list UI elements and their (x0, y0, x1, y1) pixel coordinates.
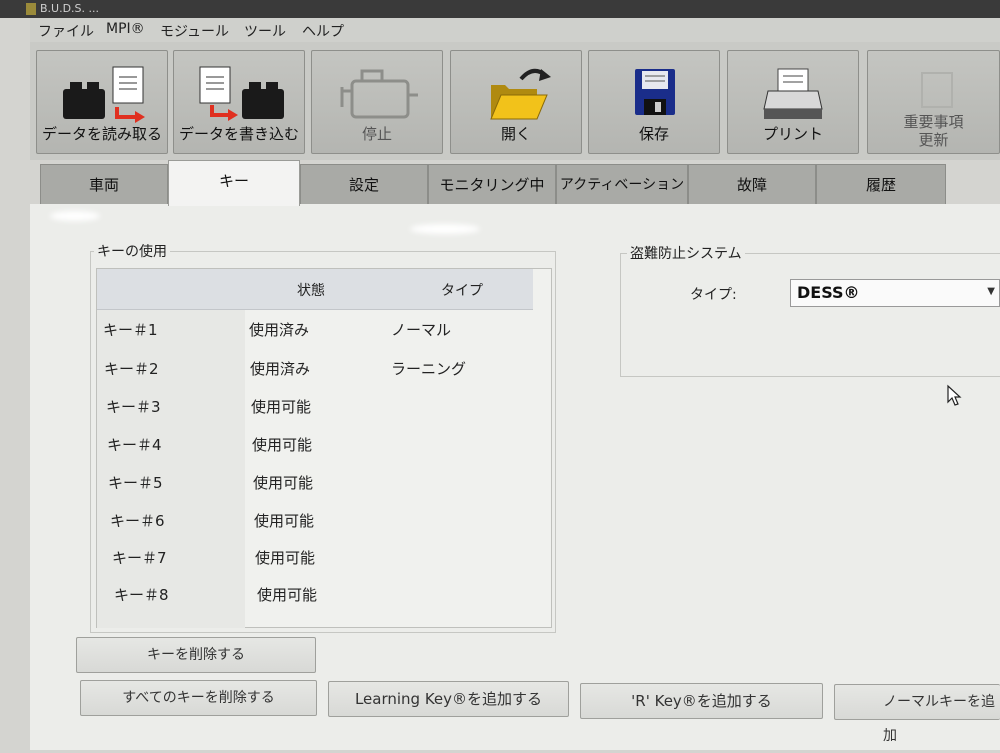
add-normal-key-button[interactable]: ノーマルキーを追加 (834, 684, 1000, 744)
read-data-label: データを読み取る (41, 125, 162, 143)
anti-theft-title: 盗難防止システム (627, 243, 745, 263)
key-status: 使用済み (250, 360, 311, 378)
read-data-button[interactable]: データを読み取る (36, 50, 168, 154)
key-name: キー＃1 (103, 321, 158, 339)
key-name: キー＃3 (106, 398, 161, 416)
title-bar: B.U.D.S. ... (0, 0, 1000, 18)
table-row[interactable]: キー＃3 使用可能 (97, 387, 533, 425)
key-name: キー＃7 (112, 549, 167, 567)
tab-bar: 車両 キー 設定 モニタリング中 アクティベーション 故障 履歴 (30, 160, 1000, 206)
add-r-key-button[interactable]: 'R' Key®を追加する (580, 683, 823, 719)
important-updates-line2: 更新 (918, 131, 949, 149)
mouse-cursor-icon (947, 384, 962, 406)
engine-icon (340, 69, 418, 119)
menu-help[interactable]: ヘルプ (302, 21, 344, 41)
printer-icon (763, 68, 823, 119)
tab-vehicle[interactable]: 車両 (40, 164, 168, 204)
anti-theft-group (620, 253, 1000, 377)
menu-mpi[interactable]: MPI® (106, 21, 145, 37)
key-name: キー＃4 (107, 436, 162, 454)
table-row[interactable]: キー＃4 使用可能 (97, 425, 533, 463)
menu-tools[interactable]: ツール (244, 21, 286, 41)
key-name: キー＃5 (108, 474, 163, 492)
table-row[interactable]: キー＃5 使用可能 (97, 463, 533, 501)
write-data-icon (199, 66, 284, 121)
key-status: 使用可能 (254, 512, 315, 530)
menu-bar: ファイル MPI® モジュール ツール ヘルプ (30, 18, 1000, 43)
table-row[interactable]: キー＃8 使用可能 (97, 575, 533, 613)
key-type: ラーニング (391, 360, 467, 378)
important-updates-button[interactable]: 重要事項 更新 (867, 50, 1000, 154)
key-name: キー＃6 (110, 512, 165, 530)
key-status: 使用可能 (255, 549, 316, 567)
print-label: プリント (762, 125, 823, 143)
floppy-disk-icon (635, 69, 675, 115)
table-header: 状態 タイプ (97, 269, 533, 310)
screen-glare (410, 224, 480, 234)
read-data-icon (63, 66, 145, 123)
tab-history[interactable]: 履歴 (816, 164, 946, 204)
open-label: 開く (500, 125, 531, 143)
write-data-label: データを書き込む (178, 125, 299, 143)
app-icon (26, 3, 36, 15)
tab-faults[interactable]: 故障 (688, 164, 816, 204)
print-button[interactable]: プリント (727, 50, 859, 154)
stop-label: 停止 (361, 125, 392, 143)
delete-all-keys-button[interactable]: すべてのキーを削除する (80, 680, 317, 716)
save-label: 保存 (638, 125, 669, 143)
key-status: 使用可能 (253, 474, 314, 492)
key-status: 使用可能 (251, 398, 312, 416)
type-column-header: タイプ (441, 283, 483, 299)
tab-settings[interactable]: 設定 (300, 164, 428, 204)
table-row[interactable]: キー＃7 使用可能 (97, 538, 533, 576)
important-updates-line1: 重要事項 (903, 113, 964, 131)
menu-file[interactable]: ファイル (38, 21, 94, 41)
anti-theft-type-label: タイプ: (690, 287, 737, 303)
menu-module[interactable]: モジュール (160, 21, 229, 41)
window-title: B.U.D.S. ... (40, 2, 100, 15)
anti-theft-type-value: DESS® (797, 283, 860, 302)
tab-key[interactable]: キー (168, 160, 300, 206)
add-learning-key-button[interactable]: Learning Key®を追加する (328, 681, 569, 717)
status-column-header: 状態 (297, 283, 325, 299)
key-type: ノーマル (391, 321, 452, 339)
key-status: 使用可能 (257, 586, 318, 604)
save-button[interactable]: 保存 (588, 50, 720, 154)
write-data-button[interactable]: データを書き込む (173, 50, 305, 154)
table-row[interactable]: キー＃6 使用可能 (97, 501, 533, 539)
key-usage-table: 状態 タイプ キー＃1 使用済み ノーマル キー＃2 使用済み ラーニング キー… (96, 268, 552, 628)
folder-open-icon (490, 68, 551, 120)
tab-activation[interactable]: アクティベーション (556, 164, 688, 204)
key-status: 使用可能 (252, 436, 313, 454)
toolbar: データを読み取る データを書き込む 停止 開く 保存 プリント 重要事項 更新 (30, 42, 1000, 160)
anti-theft-type-dropdown[interactable]: DESS® ▼ (790, 279, 1000, 307)
important-updates-label: 重要事項 更新 (868, 113, 999, 149)
table-row[interactable]: キー＃1 使用済み ノーマル (97, 310, 533, 348)
table-row[interactable]: キー＃2 使用済み ラーニング (97, 349, 533, 387)
tab-monitoring[interactable]: モニタリング中 (428, 164, 556, 204)
delete-key-button[interactable]: キーを削除する (76, 637, 316, 673)
chevron-down-icon[interactable]: ▼ (987, 286, 995, 297)
key-name: キー＃2 (104, 360, 159, 378)
key-usage-title: キーの使用 (94, 241, 170, 261)
stop-button[interactable]: 停止 (311, 50, 443, 154)
open-button[interactable]: 開く (450, 50, 582, 154)
screen-glare (50, 211, 100, 221)
key-name: キー＃8 (114, 586, 169, 604)
key-status: 使用済み (249, 321, 310, 339)
